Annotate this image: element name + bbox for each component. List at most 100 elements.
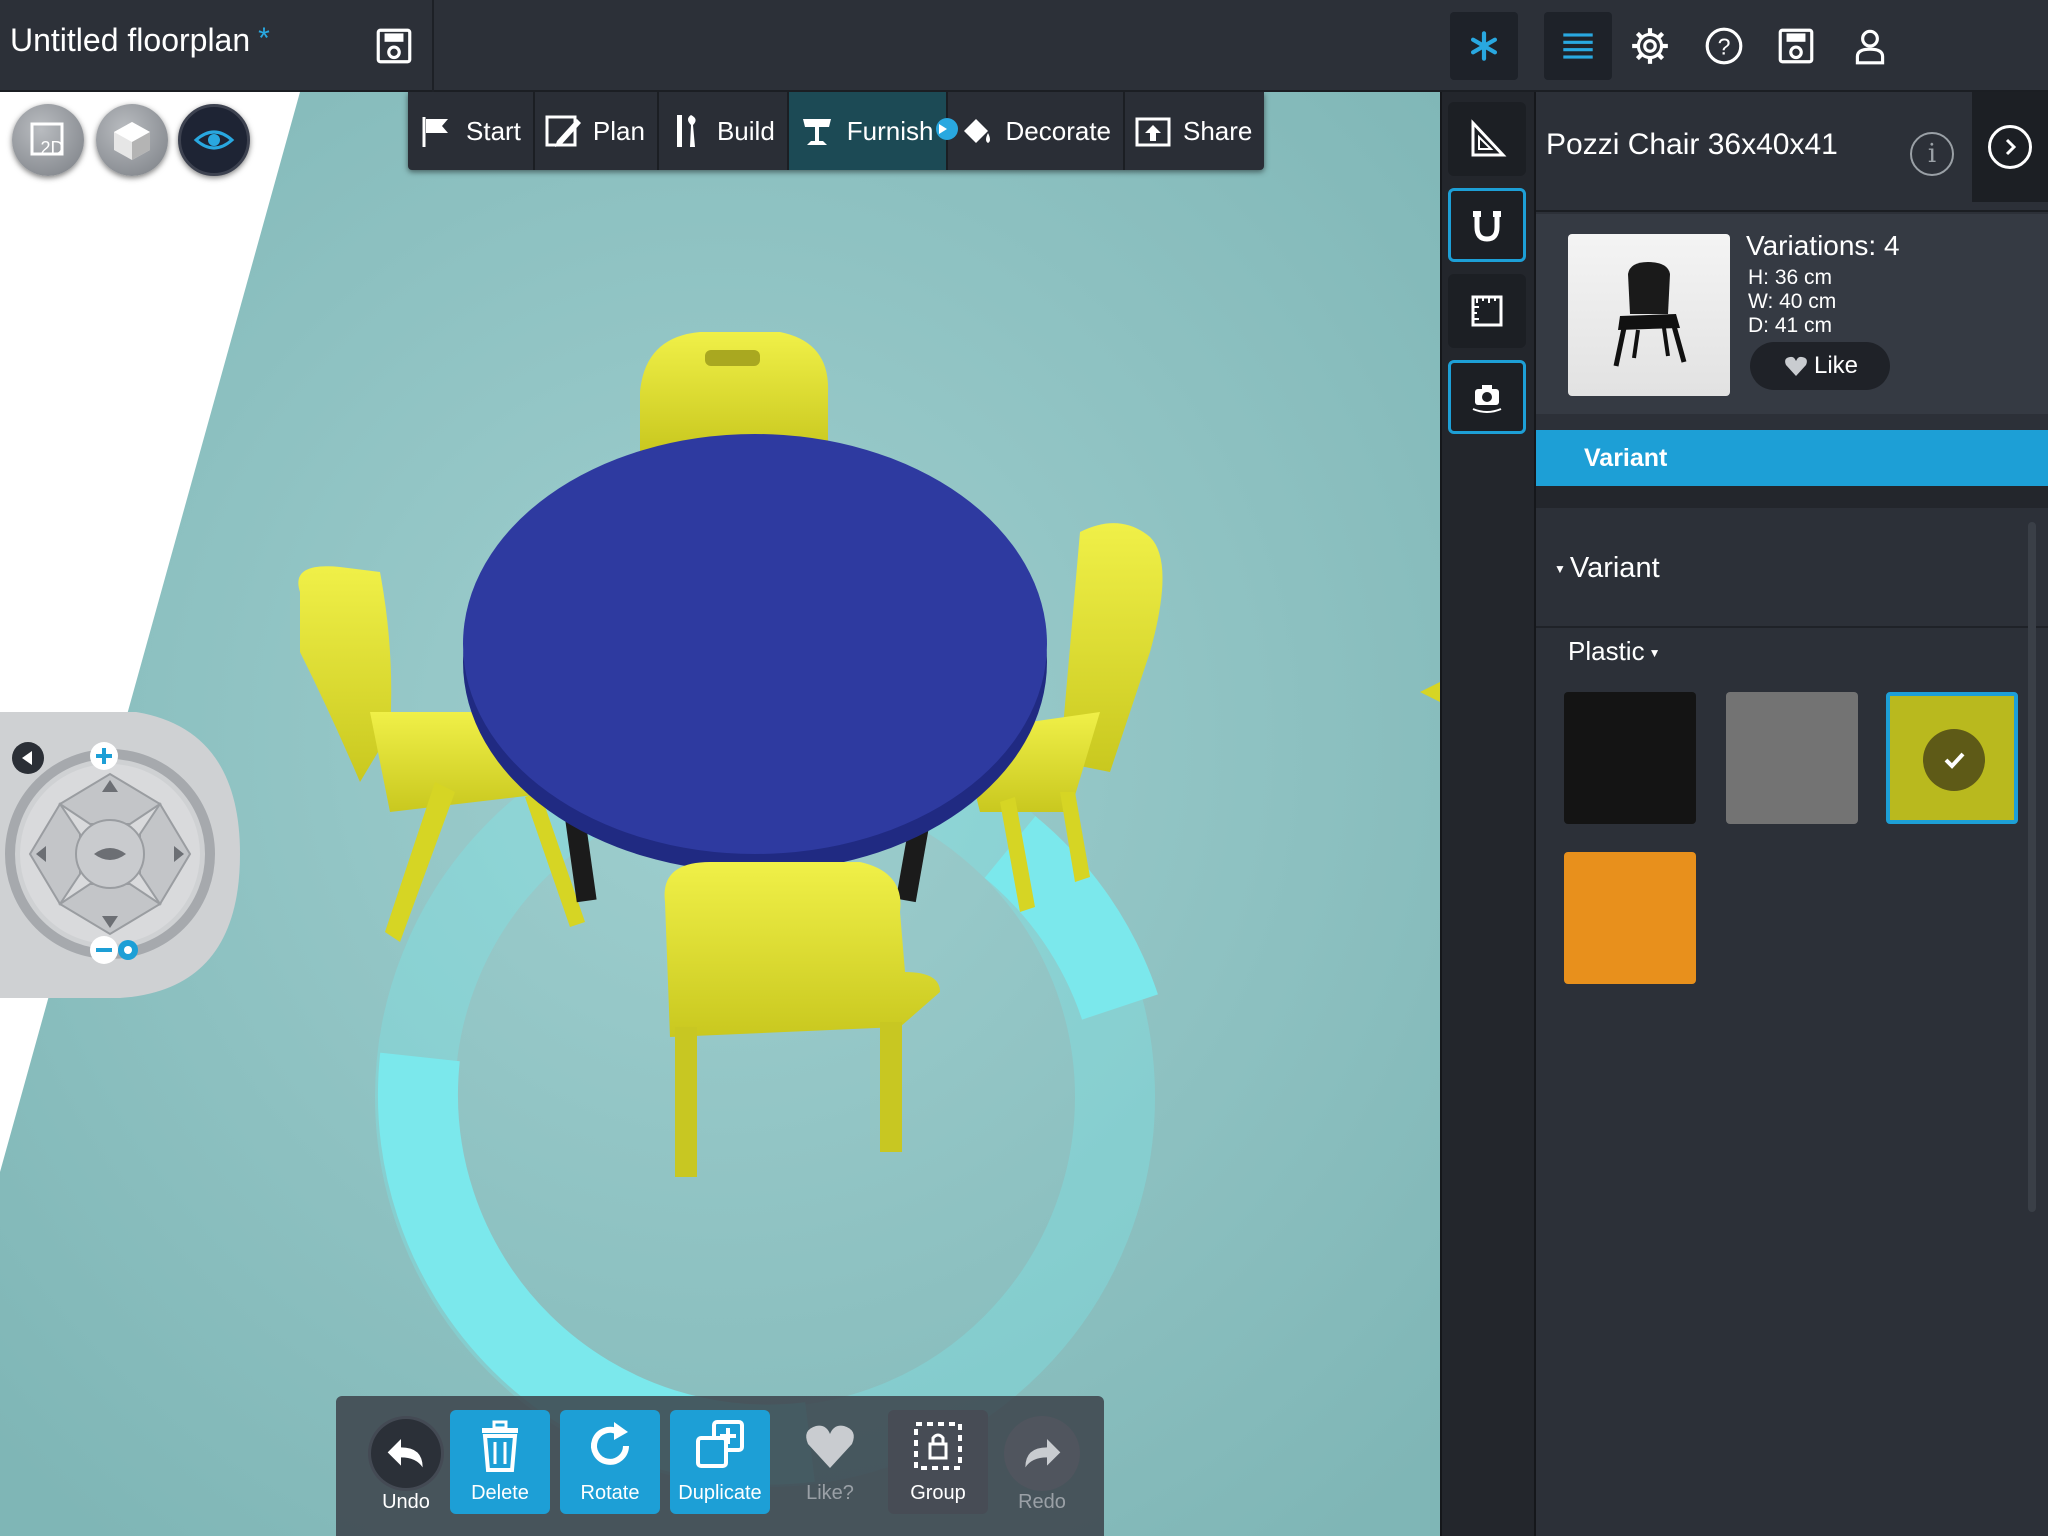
width-value: W: 40 cm: [1748, 290, 1837, 313]
floorplan-title[interactable]: Untitled floorplan *: [10, 22, 270, 59]
undo-button[interactable]: Undo: [356, 1410, 456, 1514]
like-button[interactable]: Like?: [780, 1410, 880, 1514]
rotate-icon: [591, 1422, 629, 1465]
action-label: Rotate: [580, 1482, 640, 1504]
zoom-slider-thumb[interactable]: [118, 940, 138, 960]
tools-icon: [676, 115, 696, 147]
camera-icon: [1472, 385, 1502, 413]
variant-tab[interactable]: Variant: [1536, 430, 2048, 486]
tab-build[interactable]: Build: [659, 92, 789, 170]
variant-section-label: Variant: [1569, 552, 1660, 584]
info-icon[interactable]: i: [1910, 132, 1954, 176]
measure-button[interactable]: [1448, 102, 1526, 176]
group-button[interactable]: Group: [888, 1410, 988, 1514]
navigation-pad[interactable]: [0, 712, 250, 998]
ruler-icon: [1471, 295, 1503, 327]
tab-furnish[interactable]: Furnish: [788, 92, 958, 170]
chevron-right-icon: [1988, 125, 2032, 169]
rotate-button[interactable]: Rotate: [560, 1410, 660, 1514]
product-thumbnail[interactable]: [1568, 234, 1730, 396]
next-button[interactable]: [1972, 92, 2048, 202]
swatch-orange[interactable]: [1564, 852, 1696, 984]
undo-circle: [368, 1416, 444, 1491]
unsaved-marker: *: [258, 22, 270, 55]
depth-value: D: 41 cm: [1748, 314, 1833, 337]
redo-button[interactable]: Redo: [992, 1410, 1092, 1514]
view-3d-button[interactable]: [96, 104, 168, 176]
panel-header: Pozzi Chair 36x40x41 i: [1536, 92, 2048, 212]
panel-scrollbar[interactable]: [2028, 522, 2036, 1212]
product-panel: Pozzi Chair 36x40x41 i Variations: 4 H: …: [1536, 92, 2048, 1536]
pencil-icon: [545, 115, 581, 147]
asterisk-icon: [1470, 31, 1498, 61]
tab-label: Build: [716, 115, 775, 146]
duplicate-button[interactable]: Duplicate: [670, 1410, 770, 1514]
caret-down-icon: ▼: [1648, 646, 1661, 661]
zoom-out-icon[interactable]: [90, 936, 118, 964]
save-button[interactable]: [1770, 20, 1822, 72]
variant-section-header[interactable]: ▼ Variant: [1536, 514, 2048, 628]
collapse-icon[interactable]: [12, 742, 44, 774]
action-label: Like?: [806, 1482, 854, 1504]
action-label: Delete: [471, 1482, 529, 1504]
special-button[interactable]: [1450, 12, 1518, 80]
height-value: H: 36 cm: [1748, 266, 1833, 289]
account-button[interactable]: [1844, 20, 1896, 72]
svg-text:2D: 2D: [40, 138, 63, 158]
save-icon: [376, 28, 412, 64]
delete-button[interactable]: Delete: [450, 1410, 550, 1514]
swatch-black[interactable]: [1564, 692, 1696, 824]
variant-section-title: ▼ Variant: [1554, 552, 1660, 585]
help-icon: ?: [1705, 27, 1743, 65]
tab-plan[interactable]: Plan: [535, 92, 659, 170]
view-2d-button[interactable]: 2D: [12, 104, 84, 176]
tab-label: Share: [1183, 115, 1253, 146]
tab-decorate[interactable]: Decorate: [948, 92, 1125, 170]
action-label: Redo: [1018, 1491, 1066, 1513]
save-icon: [1778, 28, 1814, 64]
zoom-in-icon[interactable]: [90, 742, 118, 770]
user-icon: [1855, 29, 1885, 65]
round-table[interactable]: [463, 434, 1047, 872]
tab-label: Furnish: [846, 115, 934, 146]
swatch-yellow[interactable]: [1886, 692, 2018, 824]
tool-strip: [1440, 92, 1536, 1536]
redo-icon: [1025, 1438, 1061, 1467]
floorplan-title-text: Untitled floorplan: [10, 22, 251, 58]
top-bar: Untitled floorplan * ?: [0, 0, 2048, 92]
caret-down-icon: ▼: [1554, 562, 1566, 577]
redo-circle: [1004, 1416, 1080, 1491]
tab-label: Plan: [592, 115, 645, 146]
action-label: Undo: [382, 1491, 430, 1513]
2d-icon: 2D: [30, 122, 64, 158]
snap-button[interactable]: [1448, 188, 1526, 262]
eye-icon: [193, 130, 235, 150]
action-toolbar: Undo Delete Rotate Duplicate Like? Group…: [336, 1396, 1104, 1536]
svg-text:?: ?: [1718, 33, 1731, 59]
set-square-icon: [1471, 119, 1507, 157]
chair-icon: [802, 119, 831, 145]
chair-back[interactable]: [640, 332, 829, 452]
swatch-gray[interactable]: [1726, 692, 1858, 824]
action-label: Group: [910, 1482, 966, 1504]
help-button[interactable]: ?: [1698, 20, 1750, 72]
camera-button[interactable]: [1448, 360, 1526, 434]
tab-label: Decorate: [1005, 115, 1112, 146]
tab-start[interactable]: Start: [408, 92, 535, 170]
save-floorplan-button[interactable]: [368, 20, 420, 72]
settings-button[interactable]: [1624, 20, 1676, 72]
duplicate-icon: [696, 1420, 744, 1468]
heart-icon: [1785, 356, 1807, 376]
dimensions-button[interactable]: [1448, 274, 1526, 348]
material-group-dropdown[interactable]: Plastic ▼: [1568, 636, 1660, 667]
divider: [432, 0, 434, 92]
chair-thumbnail-image: [1613, 262, 1687, 367]
magnet-icon: [1473, 211, 1501, 242]
gear-icon: [1632, 28, 1668, 64]
like-product-button[interactable]: Like: [1750, 342, 1890, 390]
view-walkthrough-button[interactable]: [178, 104, 250, 176]
tab-share[interactable]: Share: [1125, 92, 1264, 170]
variant-tab-underbar: [1536, 486, 2048, 508]
3d-viewport[interactable]: 2D Start Plan Build Furnish Decorate Sha…: [0, 92, 1440, 1536]
menu-button[interactable]: [1544, 12, 1612, 80]
